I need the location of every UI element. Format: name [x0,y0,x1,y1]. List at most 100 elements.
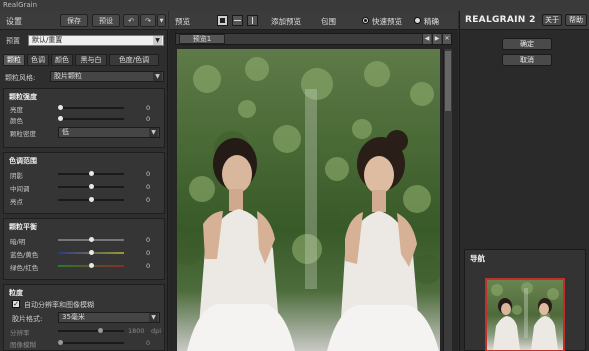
blue-yellow-slider[interactable] [58,250,124,255]
dark-light-row: 暗/明 0 [4,235,164,246]
chevron-down-icon: ▼ [149,313,158,322]
slider-knob[interactable] [58,105,63,110]
single-view-icon[interactable] [217,15,228,26]
blue-yellow-value[interactable]: 0 [146,249,150,257]
brightness-label: 亮度 [10,106,23,114]
grain-size-section: 粒度 ✓ 自动分辨率和图像模糊 胶片格式: 35毫米 ▼ 分辨率 1800 dp… [3,284,165,351]
preview-photo-illustration [177,57,440,351]
precise-label: 精确 [424,17,439,26]
resolution-value[interactable]: 1800 [128,327,145,335]
tab-hue-tint[interactable]: 色度/色调 [109,54,159,66]
save-button[interactable]: 保存 [60,14,88,27]
grain-balance-section: 颗粒平衡 暗/明 0 蓝色/黄色 0 绿色/红色 0 [3,218,165,280]
grain-style-label: 颗粒风格: [5,74,36,82]
close-icon[interactable]: ✕ [442,34,451,44]
preset-button[interactable]: 预设 [92,14,120,27]
green-red-value[interactable]: 0 [146,262,150,270]
realgrain-logo: REALGRAIN 2 [465,15,536,25]
brand-header: REALGRAIN 2 关于 帮助 [460,11,589,30]
tab-preview-1[interactable]: 预览1 [179,34,225,44]
slider-knob[interactable] [89,184,94,189]
tab-color[interactable]: 颜色 [51,54,73,66]
wrap-button[interactable]: 包围 [321,16,336,27]
slider-knob[interactable] [89,263,94,268]
grain-intensity-section: 颗粒强度 亮度 0 颜色 0 颗粒密度 低 ▼ [3,88,165,148]
brightness-value[interactable]: 0 [146,104,150,112]
highlights-label: 亮点 [10,198,23,206]
navigator-title: 导航 [470,254,485,263]
preset-select[interactable]: 默认/重置 ▼ [28,35,164,46]
slider-knob[interactable] [89,171,94,176]
auto-resolution-checkbox[interactable]: ✓ [12,300,20,308]
slider-knob[interactable] [58,340,63,345]
shadows-slider[interactable] [58,171,124,176]
preview-panel: 预览 添加预览 包围 快速预览 精确 预览1 ◀ ▶ ✕ [169,11,458,351]
dark-light-value[interactable]: 0 [146,236,150,244]
chevron-down-icon: ▼ [153,72,162,81]
slider-knob[interactable] [89,250,94,255]
color-row: 颜色 0 [4,114,164,125]
green-red-label: 绿色/红色 [10,264,39,272]
window-title: RealGrain [3,1,38,9]
midtones-value[interactable]: 0 [146,183,150,191]
preview-image[interactable] [177,49,440,351]
about-button[interactable]: 关于 [542,14,562,26]
grain-density-select[interactable]: 低 ▼ [58,127,160,138]
brightness-slider[interactable] [58,105,124,110]
dark-light-slider[interactable] [58,237,124,242]
split-vertical-icon[interactable] [247,15,258,26]
slider-knob[interactable] [58,116,63,121]
scrollbar-thumb[interactable] [445,51,451,111]
blue-yellow-row: 蓝色/黄色 0 [4,248,164,259]
grain-balance-title: 颗粒平衡 [9,223,37,231]
precise-radio[interactable] [414,17,421,24]
grain-density-label: 颗粒密度 [10,130,36,138]
image-blur-row: 图像模糊 0 [4,338,164,349]
shadows-value[interactable]: 0 [146,170,150,178]
split-horizontal-icon[interactable] [232,15,243,26]
color-label: 颜色 [10,117,23,125]
undo-icon[interactable]: ↶ [123,14,139,27]
color-value[interactable]: 0 [146,115,150,123]
help-button[interactable]: 帮助 [565,14,587,26]
tab-black-white[interactable]: 黑与白 [75,54,107,66]
tab-tone[interactable]: 色调 [27,54,49,66]
preview-toolbar: 预览 添加预览 包围 快速预览 精确 [169,11,458,30]
cancel-button[interactable]: 取消 [502,54,552,66]
highlights-value[interactable]: 0 [146,196,150,204]
redo-dropdown-icon[interactable]: ▼ [157,14,166,27]
color-slider[interactable] [58,116,124,121]
shadows-label: 阴影 [10,172,23,180]
chevron-down-icon: ▼ [149,128,158,137]
image-blur-value[interactable]: 0 [146,339,150,347]
tone-range-title: 色调范围 [9,157,37,165]
preview-scrollbar[interactable] [443,49,452,351]
redo-icon[interactable]: ↷ [140,14,156,27]
chevron-left-icon[interactable]: ◀ [422,34,431,44]
midtones-slider[interactable] [58,184,124,189]
add-preview-button[interactable]: 添加预览 [271,16,301,27]
chevron-right-icon[interactable]: ▶ [432,34,441,44]
brightness-row: 亮度 0 [4,103,164,114]
fast-preview-radio[interactable] [362,17,369,24]
ok-button[interactable]: 确定 [502,38,552,50]
preset-value: 默认/重置 [32,36,63,44]
navigator-thumbnail[interactable] [485,278,565,351]
slider-knob[interactable] [89,237,94,242]
film-format-select[interactable]: 35毫米 ▼ [58,312,160,323]
image-blur-slider[interactable] [58,340,124,345]
right-panel: REALGRAIN 2 关于 帮助 确定 取消 导航 [459,11,589,351]
film-format-label: 胶片格式: [12,315,43,323]
resolution-slider[interactable] [58,328,124,333]
slider-knob[interactable] [89,197,94,202]
highlights-slider[interactable] [58,197,124,202]
resolution-label: 分辨率 [10,329,30,337]
green-red-row: 绿色/红色 0 [4,261,164,272]
tab-grain[interactable]: 颗粒 [3,54,25,66]
grain-style-value: 胶片颗粒 [54,72,82,80]
grain-style-select[interactable]: 胶片颗粒 ▼ [50,71,164,82]
slider-knob[interactable] [98,328,103,333]
green-red-slider[interactable] [58,263,124,268]
preset-label: 预置 [6,37,20,45]
preview-tabstrip: 预览1 ◀ ▶ ✕ [175,33,452,45]
